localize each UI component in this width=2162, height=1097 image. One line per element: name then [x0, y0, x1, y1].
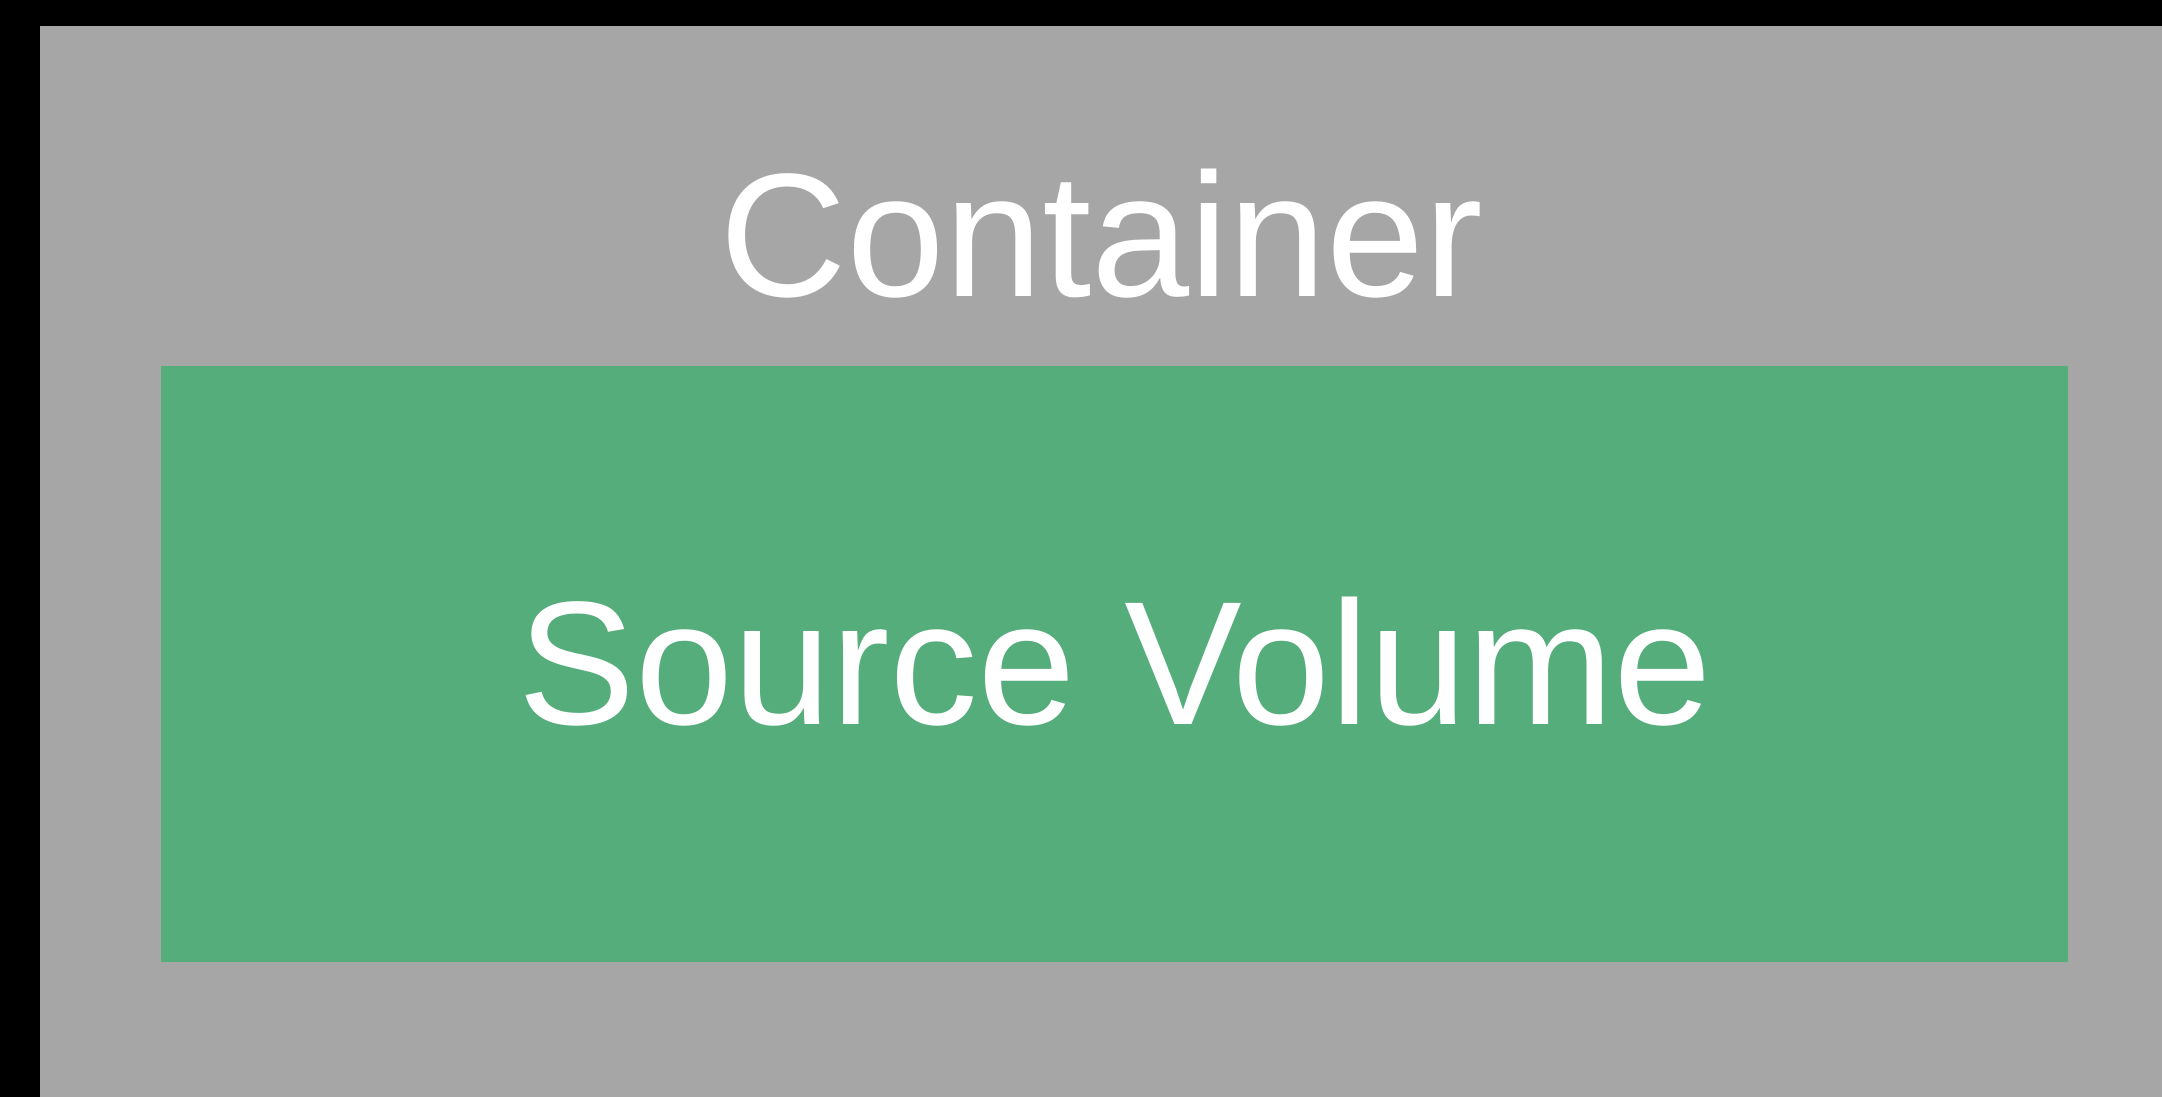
- container-label: Container: [719, 138, 1483, 334]
- container-box: Container Source Volume: [40, 26, 2162, 1097]
- source-volume-label: Source Volume: [517, 566, 1712, 762]
- source-volume-box: Source Volume: [161, 366, 2068, 962]
- diagram-canvas: Container Source Volume: [0, 0, 2162, 1097]
